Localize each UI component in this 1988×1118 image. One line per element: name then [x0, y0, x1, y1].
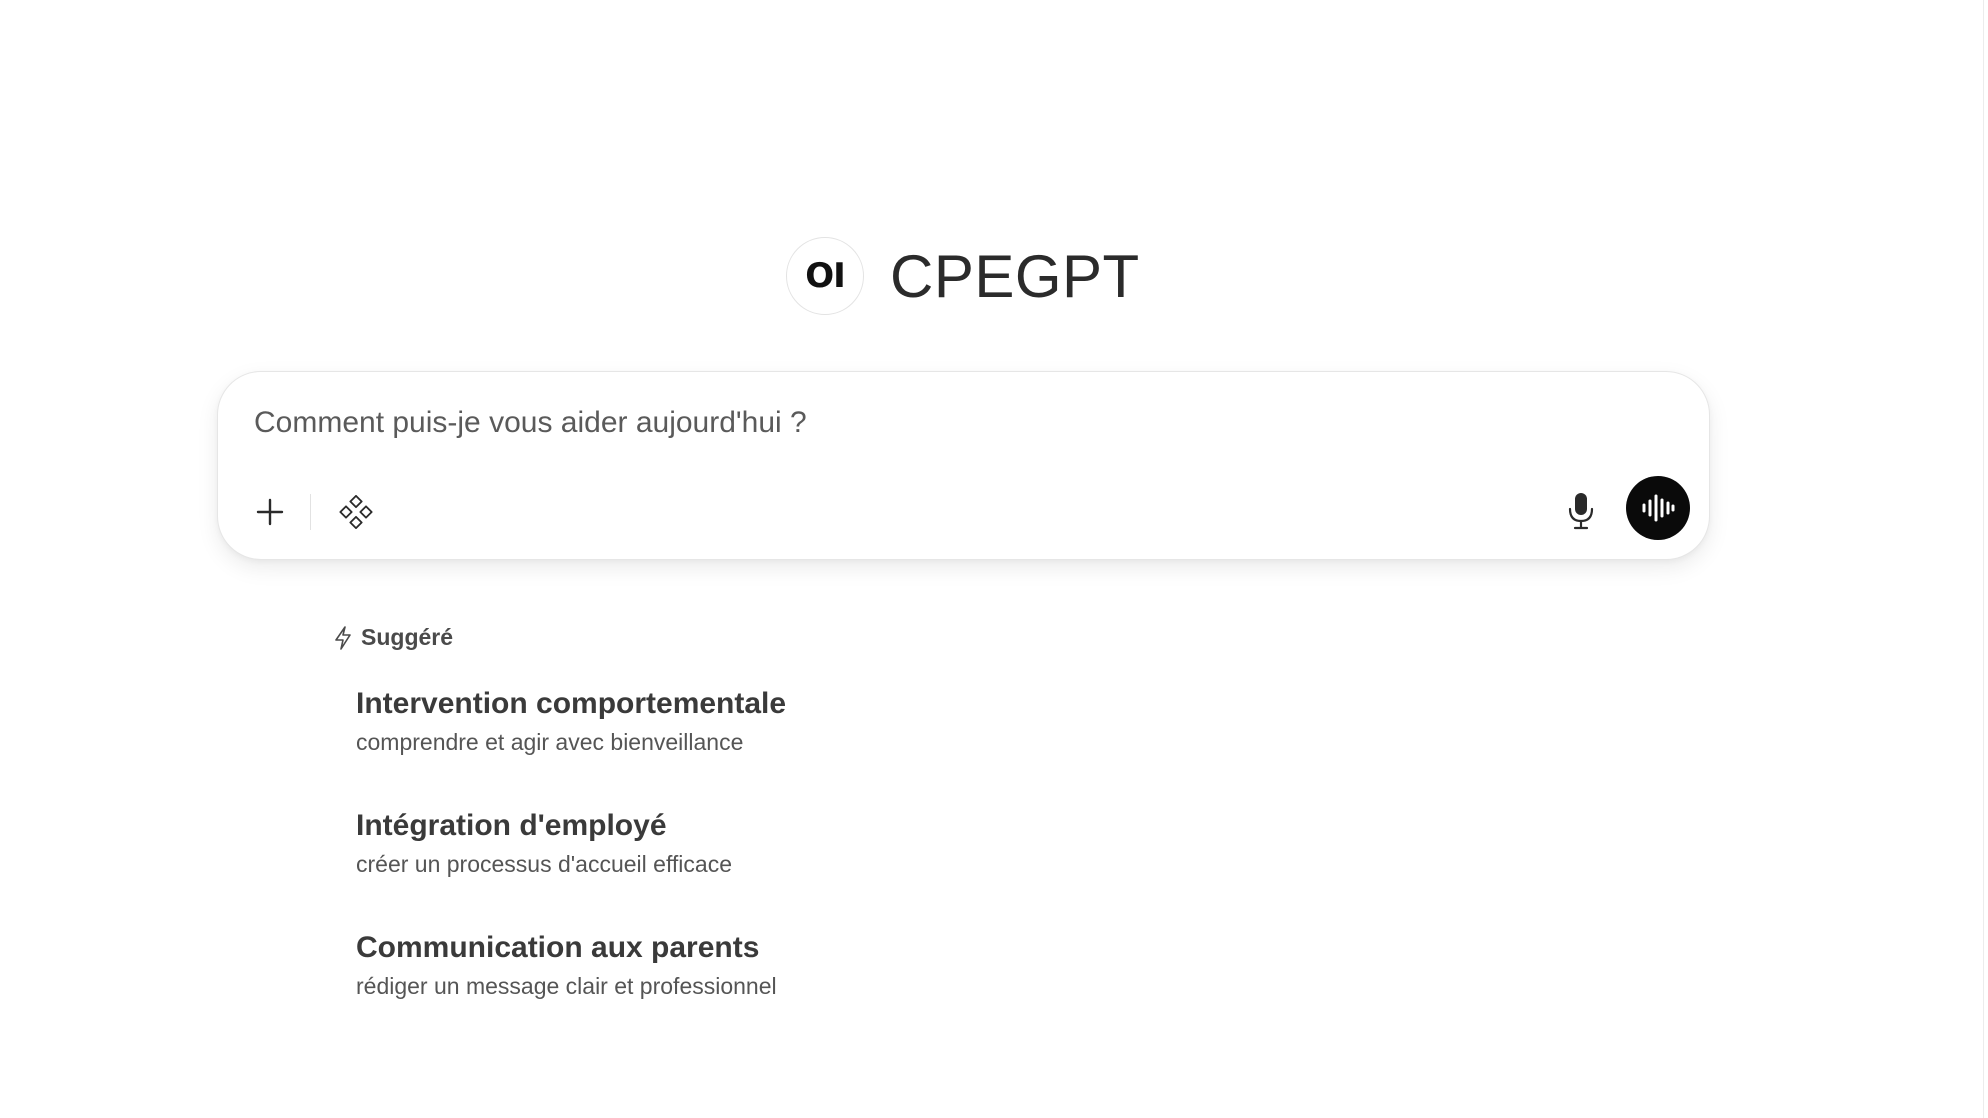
suggestion-item[interactable]: Intégration d'employé créer un processus…: [345, 802, 1045, 888]
bolt-icon: [335, 625, 351, 650]
app-page: OI CPEGPT Comment puis-je vous aider auj…: [0, 0, 1988, 1118]
suggestion-subtitle: créer un processus d'accueil efficace: [356, 851, 732, 877]
microphone-icon: [1568, 493, 1594, 530]
page-title: CPEGPT: [890, 242, 1140, 310]
dictate-button[interactable]: [1556, 486, 1606, 536]
suggestion-subtitle: comprendre et agir avec bienveillance: [356, 729, 744, 755]
integrations-icon: [339, 495, 373, 529]
suggestion-item[interactable]: Intervention comportementale comprendre …: [345, 680, 1045, 766]
add-attachment-button[interactable]: [248, 490, 292, 534]
suggestion-subtitle: rédiger un message clair et professionne…: [356, 973, 777, 999]
suggestion-title: Intégration d'employé: [356, 809, 667, 842]
voice-waveform-icon: [1642, 494, 1675, 522]
toolbar-divider: [310, 494, 311, 530]
suggestion-title: Intervention comportementale: [356, 687, 787, 720]
suggestions-list: Intervention comportementale comprendre …: [345, 680, 1045, 1046]
plus-icon: [256, 498, 284, 526]
scrollbar-track[interactable]: [1983, 0, 1984, 1118]
chat-composer: [217, 371, 1710, 560]
voice-mode-button[interactable]: [1626, 476, 1690, 540]
brand-logo-text: OI: [805, 256, 846, 296]
suggestion-title: Communication aux parents: [356, 931, 760, 964]
brand-header: OI CPEGPT: [786, 237, 1140, 315]
suggestion-item[interactable]: Communication aux parents rédiger un mes…: [345, 924, 1045, 1010]
integrations-button[interactable]: [332, 488, 380, 536]
chat-input[interactable]: [254, 406, 1654, 440]
suggestions-header-label: Suggéré: [361, 624, 454, 650]
suggestions-header: Suggéré: [333, 624, 453, 651]
brand-logo: OI: [786, 237, 864, 315]
